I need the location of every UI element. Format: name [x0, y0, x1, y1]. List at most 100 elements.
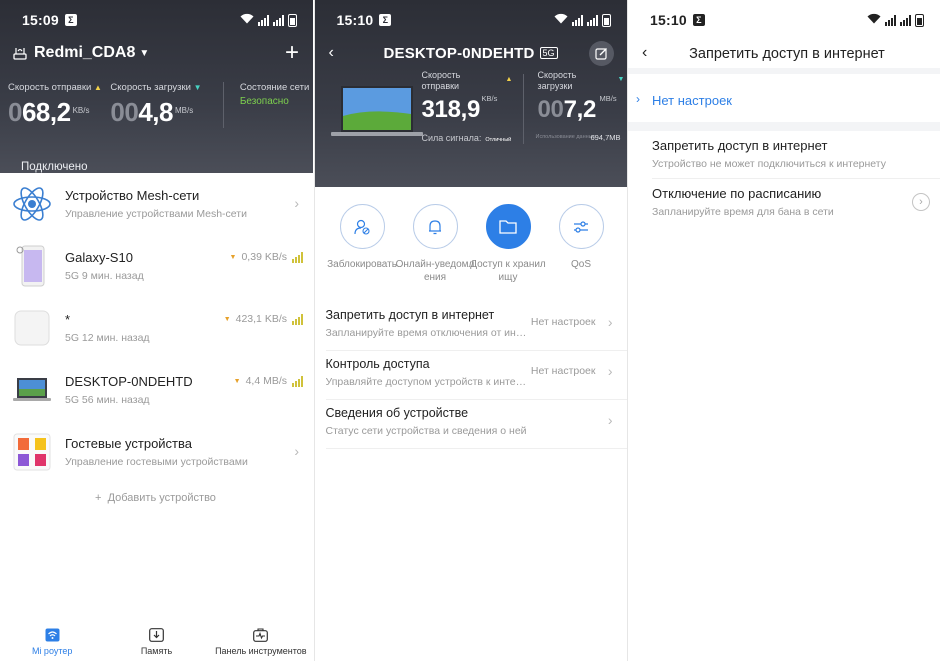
connected-label: Подключено: [21, 161, 88, 173]
bell-icon: [429, 219, 441, 234]
divider: [325, 399, 627, 400]
online-notify-button[interactable]: Онлайн-уведомления: [396, 204, 474, 284]
list-item-galaxy[interactable]: Galaxy-S10 5G 9 мин. назад ▼ 0,39 KB/s: [0, 235, 313, 297]
device-header: 15:10 Σ ‹ DESKTOP-0NDEHTD 5G Скорость от…: [314, 0, 627, 187]
chevron-right-icon: ›: [636, 92, 640, 106]
edit-button[interactable]: [588, 41, 614, 66]
notification-icon: Σ: [64, 14, 77, 26]
signal-icon: [571, 14, 583, 26]
option-scheduled-block[interactable]: Отключение по расписанию Запланируйте вр…: [628, 179, 940, 227]
list-item-unknown[interactable]: * 5G 12 мин. назад ▼ 423,1 KB/s: [0, 297, 313, 359]
laptop-illustration: [330, 86, 423, 136]
plus-icon: +: [95, 492, 102, 504]
qos-button[interactable]: QoS: [545, 204, 618, 284]
chevron-down-icon[interactable]: ▼: [139, 48, 149, 59]
status-icons: [240, 13, 297, 27]
device-box-icon: [12, 308, 52, 348]
list-item-guest[interactable]: Гостевые устройства Управление гостевыми…: [0, 421, 313, 483]
battery-icon: [915, 13, 924, 27]
signal-strength-icon: [292, 375, 303, 387]
device-subtitle: 5G 9 мин. назад: [65, 270, 144, 282]
option-subtitle: Устройство не может подключиться к интер…: [652, 158, 886, 170]
device-title: DESKTOP-0NDEHTD: [65, 374, 193, 389]
chevron-right-icon: ›: [607, 363, 613, 379]
signal-strength-icon: [292, 313, 303, 325]
router-screen: 15:09 Σ Redmi_CDA8 ▼ + Скорость отправки…: [0, 0, 313, 661]
laptop-icon: [12, 370, 52, 410]
section-gap: [628, 122, 940, 131]
signal-strength-icon: [292, 251, 303, 263]
download-leading-zeros: 00: [110, 97, 139, 127]
signal-value: Отличный: [485, 137, 512, 143]
page-title: Запретить доступ в интернет: [689, 46, 885, 62]
signal-strength: Сила сигнала: Отличный: [421, 133, 512, 143]
action-label: Онлайн-уведомления: [395, 259, 475, 283]
status-bar: 15:10 Σ: [628, 0, 940, 40]
menu-device-info[interactable]: Сведения об устройстве Статус сети устро…: [315, 402, 627, 448]
action-buttons: Заблокировать Онлайн-уведомления Доступ …: [315, 204, 627, 284]
list-item-mesh[interactable]: Устройство Mesh-сети Управление устройст…: [0, 173, 313, 235]
signal-icon-2: [273, 14, 284, 26]
storage-access-button[interactable]: Доступ к хранилищу: [470, 204, 546, 284]
device-title: Устройство Mesh-сети: [65, 188, 200, 203]
net-state-label: Состояние сети: [239, 82, 310, 93]
network-state[interactable]: Состояние сети Безопасно ›: [222, 82, 313, 128]
page-header: ‹ Запретить доступ в интернет: [628, 40, 940, 68]
menu-access-control[interactable]: Контроль доступа Управляйте доступом уст…: [315, 353, 627, 399]
upload-unit: KB/s: [72, 106, 90, 115]
tab-toolbox[interactable]: Панель инструментов: [209, 621, 313, 661]
upload-stat: Скорость отправки ▲ 068,2 KB/s: [8, 82, 110, 128]
menu-block-internet[interactable]: Запретить доступ в интернет Запланируйте…: [315, 304, 627, 350]
back-arrow-icon[interactable]: ‹: [329, 44, 334, 62]
divider: [325, 350, 627, 351]
download-arrow-icon: ▼: [223, 315, 231, 323]
status-icons: [867, 13, 924, 27]
device-detail-screen: 15:10 Σ ‹ DESKTOP-0NDEHTD 5G Скорость от…: [313, 0, 627, 661]
divider: [325, 448, 627, 449]
status-bar: 15:10 Σ: [315, 0, 627, 40]
router-name[interactable]: Redmi_CDA8: [34, 44, 135, 62]
download-stat: Скорость загрузки ▼ 004,8 MB/s: [110, 82, 212, 128]
net-state-value: Безопасно: [239, 96, 289, 107]
section-gap: [628, 68, 940, 74]
storage-icon: [149, 628, 164, 642]
device-title: Гостевые устройства: [65, 436, 193, 451]
mesh-atom-icon: [12, 184, 52, 224]
download-value: 4,8: [138, 97, 173, 127]
download-label: Скорость загрузки: [537, 70, 577, 91]
download-arrow-icon: ▼: [193, 83, 202, 92]
device-speed: ▼ 4,4 MB/s: [234, 375, 303, 387]
list-item-desktop[interactable]: DESKTOP-0NDEHTD 5G 56 мин. назад ▼ 4,4 MB…: [0, 359, 313, 421]
tab-mi-router[interactable]: Mi роутер: [0, 621, 104, 661]
upload-arrow-icon: ▲: [505, 76, 513, 83]
upload-leading-zeros: 0: [8, 97, 22, 127]
option-title: Запретить доступ в интернет: [652, 138, 828, 153]
back-arrow-icon[interactable]: ‹: [642, 44, 647, 62]
device-subtitle: 5G 12 мин. назад: [65, 332, 150, 344]
add-device-button[interactable]: + Добавить устройство: [95, 492, 216, 504]
download-unit: MB/s: [175, 106, 194, 115]
battery-icon: [601, 13, 611, 27]
folder-icon: [499, 219, 517, 234]
battery-icon: [288, 13, 297, 27]
download-leading-zeros: 00: [537, 96, 564, 123]
data-usage-label: Использование данных: [535, 134, 596, 140]
notification-icon: Σ: [379, 14, 392, 26]
band-badge: 5G: [539, 47, 558, 59]
status-icons: [554, 13, 611, 27]
speed-stats: Скорость отправки ▲ 068,2 KB/s Скорость з…: [0, 66, 313, 128]
screens: 15:09 Σ Redmi_CDA8 ▼ + Скорость отправки…: [0, 0, 940, 661]
download-label: Скорость загрузки: [110, 82, 191, 93]
option-no-settings[interactable]: › Нет настроек: [628, 92, 940, 116]
toolbox-icon: [253, 628, 269, 642]
sliders-icon: [574, 220, 588, 233]
download-arrow-icon: ▼: [229, 253, 237, 261]
tab-label: Mi роутер: [31, 646, 73, 656]
device-speed: ▼ 0,39 KB/s: [230, 251, 303, 263]
upload-label: Скорость отправки: [421, 70, 461, 91]
tab-storage[interactable]: Память: [104, 621, 208, 661]
option-block-internet[interactable]: Запретить доступ в интернет Устройство н…: [628, 131, 940, 179]
device-list: Устройство Mesh-сети Управление устройст…: [0, 173, 313, 483]
block-button[interactable]: Заблокировать: [326, 204, 399, 284]
add-icon[interactable]: +: [285, 41, 299, 65]
